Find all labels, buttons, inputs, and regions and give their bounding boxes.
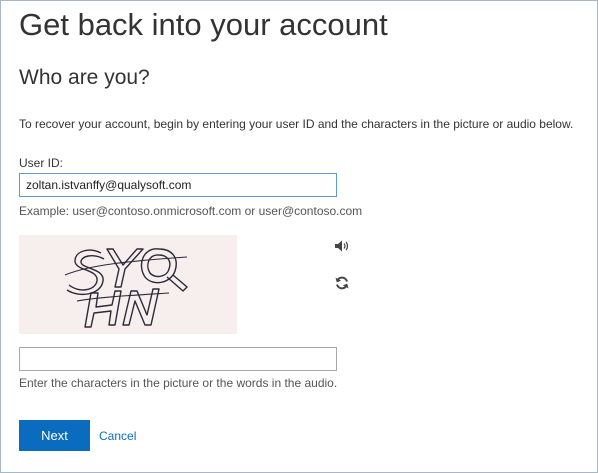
captcha-graphic — [64, 248, 188, 328]
recovery-window: Get back into your account Who are you? … — [0, 0, 598, 473]
page-subtitle: Who are you? — [19, 66, 150, 89]
user-id-input[interactable] — [19, 173, 337, 197]
captcha-hint: Enter the characters in the picture or t… — [19, 376, 338, 390]
next-button[interactable]: Next — [19, 420, 90, 451]
user-id-example: Example: user@contoso.onmicrosoft.com or… — [19, 204, 363, 218]
refresh-icon[interactable] — [334, 275, 350, 291]
user-id-label: User ID: — [19, 156, 64, 170]
page-title: Get back into your account — [19, 7, 388, 42]
captcha-input[interactable] — [19, 347, 337, 371]
instructions-text: To recover your account, begin by enteri… — [19, 117, 574, 131]
speaker-icon[interactable] — [334, 238, 350, 254]
cancel-link[interactable]: Cancel — [99, 429, 136, 443]
captcha-image — [19, 235, 237, 334]
